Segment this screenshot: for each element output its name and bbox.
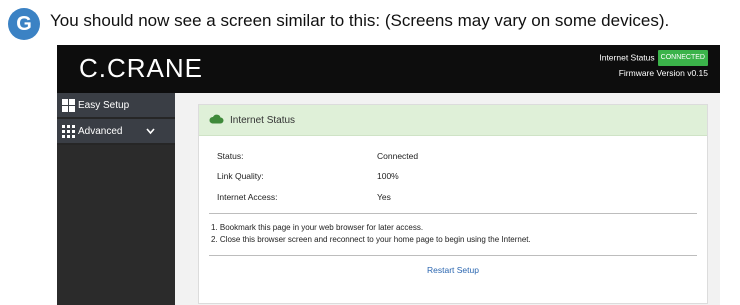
sidebar-item-easy-setup[interactable]: Easy Setup — [57, 93, 175, 119]
link-quality-label: Link Quality: — [217, 171, 264, 181]
internet-access-label: Internet Access: — [217, 192, 278, 202]
step-marker: G — [8, 8, 40, 40]
header-status: Internet Status CONNECTED Firmware Versio… — [599, 50, 708, 80]
restart-setup-link[interactable]: Restart Setup — [199, 265, 707, 275]
status-label: Status: — [217, 151, 244, 161]
firmware-version: Firmware Version v0.15 — [618, 68, 708, 78]
instruction-text: You should now see a screen similar to t… — [50, 11, 670, 30]
link-quality-value: 100% — [377, 171, 399, 181]
internet-status-label: Internet Status — [599, 52, 655, 63]
cloud-icon — [209, 114, 230, 127]
brand-logo: C.CRANE — [79, 53, 204, 83]
sidebar-item-label: Advanced — [78, 125, 123, 137]
chevron-down-icon[interactable] — [146, 127, 155, 138]
instruction-note: 1. Bookmark this page in your web browse… — [211, 223, 424, 232]
router-admin-screen: C.CRANE Internet Status CONNECTED Firmwar… — [57, 45, 720, 305]
grid-icon — [62, 124, 75, 138]
sidebar: Easy Setup Advanced — [57, 93, 175, 305]
panel-title: Internet Status — [230, 114, 296, 126]
panel-header: Internet Status — [199, 105, 707, 136]
status-value: Connected — [377, 151, 419, 161]
internet-status-panel: Internet Status Status: Connected Link Q… — [198, 104, 708, 304]
instruction-note: 2. Close this browser screen and reconne… — [211, 235, 531, 244]
status-badge: CONNECTED — [657, 50, 708, 66]
app-header: C.CRANE Internet Status CONNECTED Firmwar… — [57, 45, 720, 93]
sidebar-item-advanced[interactable]: Advanced — [57, 119, 175, 145]
puzzle-icon — [62, 98, 75, 112]
internet-access-value: Yes — [377, 192, 391, 202]
divider — [209, 213, 697, 214]
divider — [209, 255, 697, 256]
sidebar-item-label: Easy Setup — [78, 99, 130, 111]
